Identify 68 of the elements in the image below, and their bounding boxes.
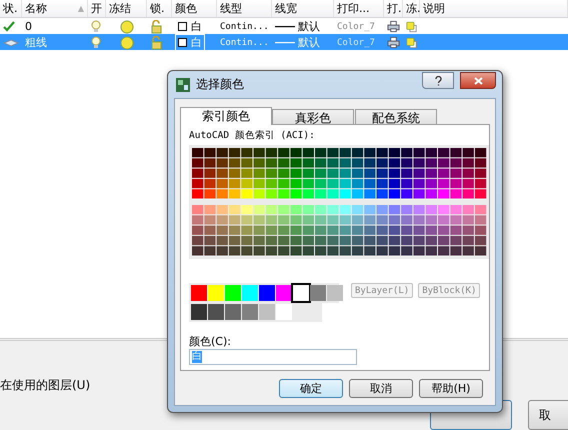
- sun-paper-icon: [406, 20, 417, 34]
- color-swatch[interactable]: [310, 285, 326, 301]
- column-header[interactable]: 打.: [384, 0, 403, 17]
- color-swatch[interactable]: [291, 283, 311, 303]
- palette-label: AutoCAD 颜色索引 (ACI):: [189, 129, 316, 142]
- close-icon: [474, 76, 482, 84]
- dialog-button[interactable]: 取消: [349, 379, 413, 398]
- tab[interactable]: 真彩色: [272, 109, 354, 125]
- column-header[interactable]: 线宽: [272, 0, 334, 17]
- color-swatch[interactable]: [208, 304, 224, 320]
- lineweight-text: 默认: [298, 35, 320, 50]
- column-header[interactable]: 状.: [0, 0, 22, 17]
- column-header[interactable]: 冻.: [403, 0, 420, 17]
- color-swatch[interactable]: [276, 304, 292, 320]
- help-button[interactable]: [422, 72, 454, 89]
- color-swatch[interactable]: [327, 285, 343, 301]
- color-swatch[interactable]: [242, 304, 258, 320]
- padlock-icon: [150, 36, 163, 50]
- help-icon: [434, 76, 442, 86]
- padlock-icon: [150, 20, 163, 34]
- color-field-label: 颜色(C):: [189, 334, 232, 349]
- column-header[interactable]: 锁.: [147, 0, 172, 17]
- layer-name: 粗线: [25, 35, 47, 50]
- layer-name: 0: [25, 20, 32, 33]
- close-button[interactable]: [460, 72, 496, 89]
- plot-style-text: Color_7: [337, 22, 375, 32]
- dialog-title: 选择颜色: [196, 76, 244, 93]
- sun-icon: [120, 20, 134, 34]
- color-swatch[interactable]: [225, 285, 241, 301]
- dialog-button[interactable]: 帮助(H): [419, 379, 483, 398]
- column-header[interactable]: 打印...: [334, 0, 384, 17]
- column-header[interactable]: 说明: [420, 0, 568, 17]
- color-swatch[interactable]: [276, 285, 292, 301]
- layer-icon: [3, 38, 19, 46]
- check-icon: [3, 21, 15, 32]
- column-header[interactable]: 冻结: [106, 0, 147, 17]
- tab[interactable]: 索引颜色: [180, 107, 272, 125]
- printer-icon: [387, 20, 400, 33]
- column-header[interactable]: 线型: [217, 0, 272, 17]
- light-bulb-icon: [91, 20, 101, 33]
- color-swatch[interactable]: [242, 285, 258, 301]
- plot-style-text: Color_7: [337, 38, 375, 48]
- color-swatch[interactable]: [259, 285, 275, 301]
- option-label: 在使用的图层(U): [0, 377, 90, 394]
- dialog-button[interactable]: 取: [528, 400, 568, 430]
- color-swatch[interactable]: [191, 285, 207, 301]
- dialog-button[interactable]: 确定: [279, 379, 343, 398]
- tab[interactable]: 配色系统: [355, 109, 437, 125]
- lineweight-text: 默认: [298, 19, 320, 34]
- column-header[interactable]: 开: [88, 0, 106, 17]
- linetype-text: Contin...: [220, 38, 269, 48]
- sun-paper-icon: [406, 36, 417, 50]
- color-swatch[interactable]: [259, 304, 275, 320]
- column-header[interactable]: 颜色: [172, 0, 217, 17]
- color-swatch[interactable]: [191, 304, 207, 320]
- color-palette[interactable]: [189, 145, 489, 259]
- app-icon: [176, 78, 190, 92]
- line-sample-icon: [275, 41, 295, 44]
- light-bulb-icon: [91, 36, 101, 49]
- linetype-text: Contin...: [220, 22, 269, 32]
- printer-icon: [387, 36, 400, 49]
- layer-color[interactable]: 白: [175, 18, 205, 35]
- sort-arrow: ▲: [78, 4, 84, 13]
- column-header[interactable]: 名称 ▲: [22, 0, 88, 17]
- color-swatch[interactable]: [208, 285, 224, 301]
- line-sample-icon: [275, 25, 295, 28]
- color-swatch[interactable]: [225, 304, 241, 320]
- sun-icon: [120, 36, 134, 50]
